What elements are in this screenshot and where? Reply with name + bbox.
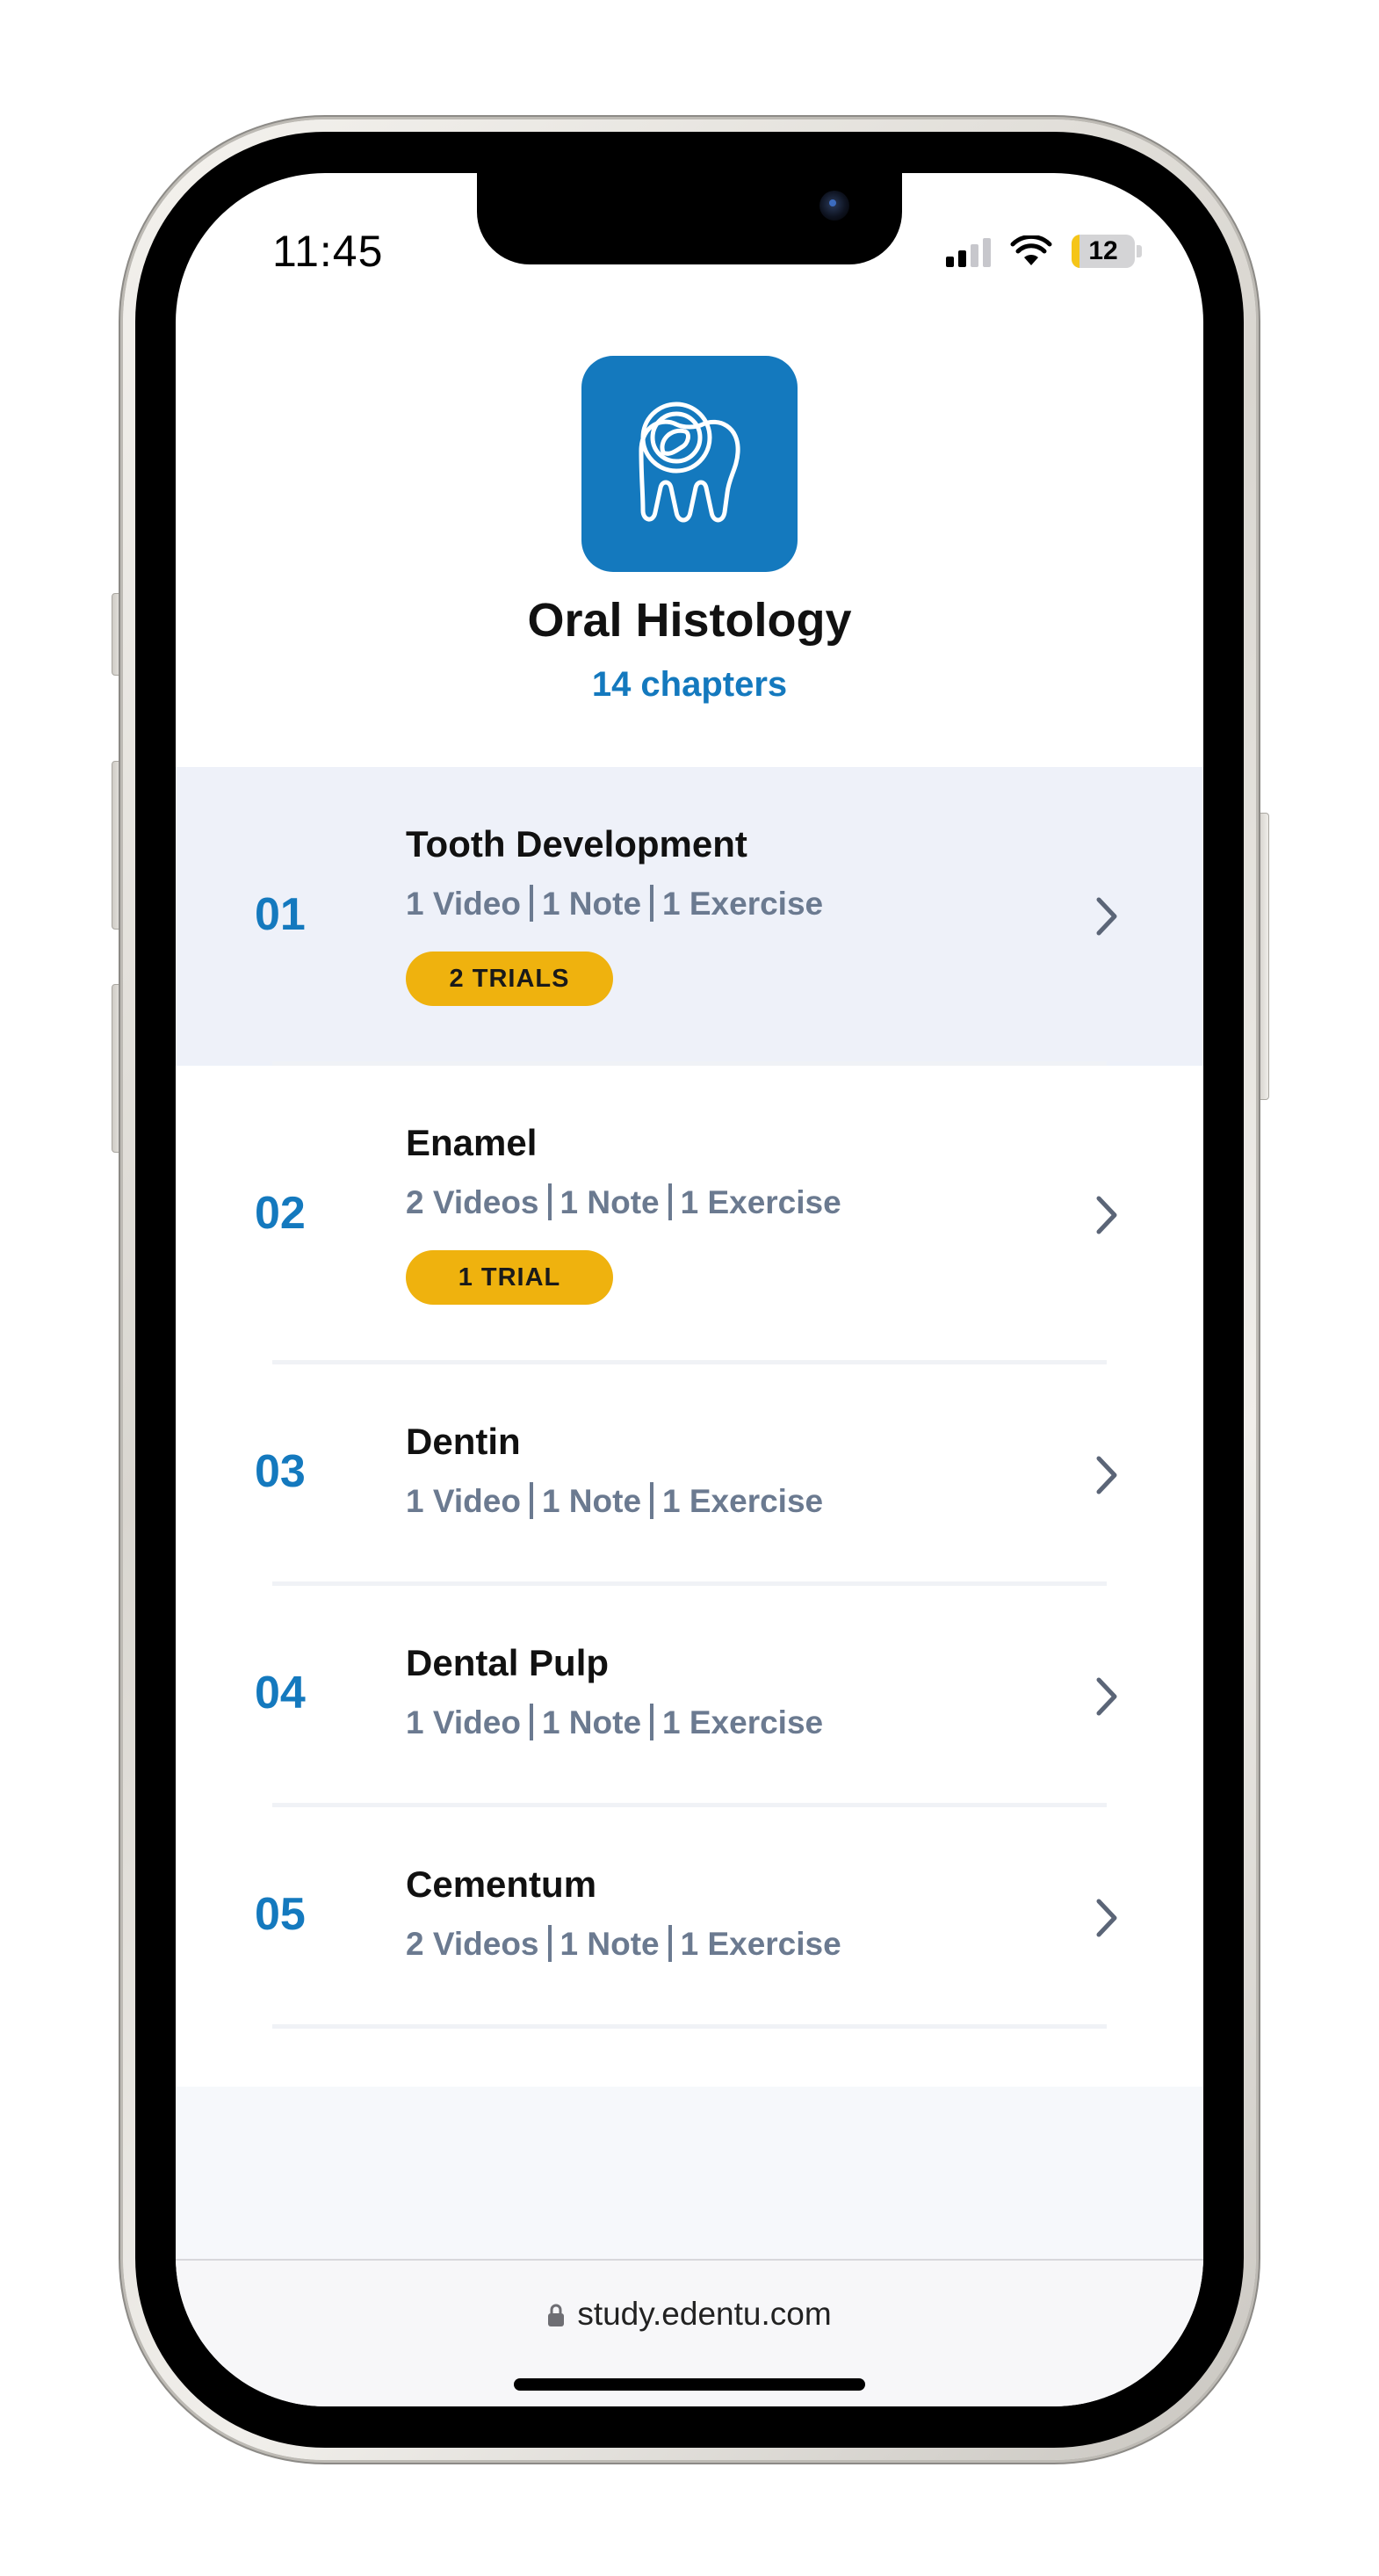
notch [477, 173, 902, 264]
chapter-number: 02 [255, 1188, 306, 1239]
chapter-number: 03 [255, 1446, 306, 1497]
power-button [1256, 813, 1269, 1100]
meta-exercises: 1 Exercise [662, 1704, 824, 1740]
chapter-title: Dental Pulp [406, 1642, 610, 1683]
meta-notes: 1 Note [560, 1926, 660, 1962]
signal-bar [983, 238, 991, 267]
url-text: study.edentu.com [577, 2296, 832, 2332]
chapter-title: Cementum [406, 1863, 597, 1905]
url-display[interactable]: study.edentu.com [176, 2296, 1203, 2333]
meta-separator [529, 885, 533, 922]
device-stage: 11:45 12 Oral Histology 14 chapters 01 T… [0, 0, 1379, 2576]
meta-separator [650, 1482, 654, 1519]
battery-fill [1072, 235, 1079, 268]
meta-videos: 1 Video [406, 1483, 521, 1519]
chapter-number: 01 [255, 889, 306, 940]
signal-bar [958, 250, 966, 267]
signal-bar [946, 257, 954, 267]
tooth-with-magnifier-icon [581, 356, 798, 572]
chevron-right-icon [1096, 1196, 1117, 1234]
meta-notes: 1 Note [541, 886, 642, 922]
meta-videos: 1 Video [406, 1704, 521, 1740]
chapter-number: 04 [255, 1668, 306, 1719]
trial-badge: 2 TRIALS [406, 952, 613, 1006]
chapter-number: 05 [255, 1889, 306, 1940]
chevron-right-icon [1096, 897, 1117, 936]
chevron-right-icon [1096, 1456, 1117, 1494]
chapter-meta: 2 Videos 1 Note 1 Exercise [406, 1183, 841, 1221]
meta-notes: 1 Note [560, 1184, 660, 1220]
row-divider [272, 2024, 1107, 2029]
meta-separator [529, 1704, 533, 1740]
chapter-meta: 1 Video 1 Note 1 Exercise [406, 1482, 823, 1520]
cellular-signal-icon [946, 235, 991, 267]
meta-exercises: 1 Exercise [662, 1483, 824, 1519]
phone-screen: 11:45 12 Oral Histology 14 chapters 01 T… [176, 173, 1203, 2406]
chapter-row-04[interactable]: 04 Dental Pulp 1 Video 1 Note 1 Exercise [176, 1586, 1203, 1807]
chapter-title: Dentin [406, 1421, 521, 1462]
chevron-right-icon [1096, 1899, 1117, 1937]
battery-body: 12 [1072, 235, 1135, 268]
chevron-right-icon [1096, 1677, 1117, 1716]
course-title: Oral Histology [527, 594, 852, 647]
lock-icon [548, 2304, 565, 2326]
chapter-row-01[interactable]: 01 Tooth Development 1 Video 1 Note 1 Exer… [176, 767, 1203, 1066]
front-camera [819, 191, 849, 221]
home-indicator[interactable] [514, 2378, 865, 2391]
meta-videos: 2 Videos [406, 1926, 539, 1962]
meta-separator [529, 1482, 533, 1519]
chapter-title: Tooth Development [406, 823, 747, 865]
chapter-meta: 1 Video 1 Note 1 Exercise [406, 885, 823, 923]
meta-separator [668, 1925, 672, 1962]
list-footer-area [176, 2087, 1203, 2259]
chapter-meta: 1 Video 1 Note 1 Exercise [406, 1704, 823, 1741]
meta-videos: 2 Videos [406, 1184, 539, 1220]
wifi-icon [1010, 235, 1052, 265]
meta-separator [650, 885, 654, 922]
meta-exercises: 1 Exercise [680, 1926, 841, 1962]
meta-separator [547, 1183, 552, 1220]
status-indicators: 12 [946, 233, 1142, 270]
chapter-title: Enamel [406, 1122, 538, 1163]
chapter-count: 14 chapters [591, 665, 788, 704]
battery-percent: 12 [1088, 236, 1118, 265]
meta-separator [668, 1183, 672, 1220]
browser-url-bar[interactable]: study.edentu.com [176, 2259, 1203, 2406]
course-logo-graphic [639, 402, 740, 523]
meta-notes: 1 Note [541, 1704, 642, 1740]
chapter-list: 01 Tooth Development 1 Video 1 Note 1 Exer… [176, 767, 1203, 2029]
signal-bar [971, 244, 978, 267]
chapter-meta: 2 Videos 1 Note 1 Exercise [406, 1925, 841, 1963]
chapter-row-03[interactable]: 03 Dentin 1 Video 1 Note 1 Exercise [176, 1364, 1203, 1586]
meta-videos: 1 Video [406, 886, 521, 922]
meta-separator [650, 1704, 654, 1740]
trial-badge: 1 TRIAL [406, 1250, 613, 1305]
battery-icon: 12 [1072, 235, 1142, 268]
meta-notes: 1 Note [541, 1483, 642, 1519]
meta-exercises: 1 Exercise [662, 886, 824, 922]
status-time: 11:45 [272, 227, 384, 276]
chapter-row-05[interactable]: 05 Cementum 2 Videos 1 Note 1 Exercise [176, 1807, 1203, 2029]
meta-separator [547, 1925, 552, 1962]
chapter-row-02[interactable]: 02 Enamel 2 Videos 1 Note 1 Exercise 1 TRI… [176, 1066, 1203, 1364]
meta-exercises: 1 Exercise [680, 1184, 841, 1220]
battery-tip [1137, 245, 1142, 257]
